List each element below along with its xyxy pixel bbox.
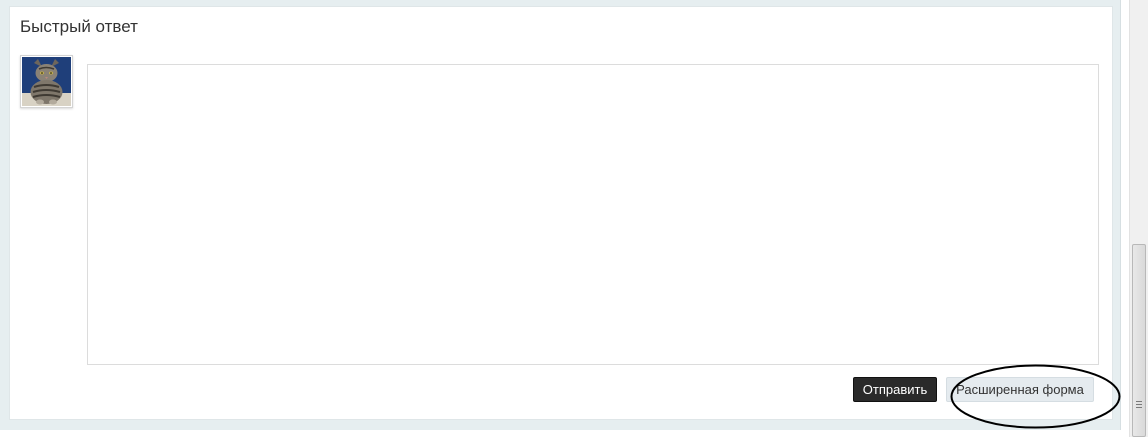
user-avatar [20, 55, 73, 108]
advanced-form-button[interactable]: Расширенная форма [946, 377, 1094, 402]
page: Быстрый ответ Отправить Расширенная форм… [0, 0, 1148, 437]
grip-icon [1136, 401, 1142, 410]
quick-reply-panel: Быстрый ответ [9, 6, 1113, 420]
cat-avatar-icon [22, 57, 71, 106]
send-button[interactable]: Отправить [853, 377, 937, 402]
panel-title: Быстрый ответ [20, 17, 138, 36]
content-background: Быстрый ответ [0, 0, 1121, 430]
scrollbar-thumb[interactable] [1132, 244, 1146, 437]
reply-textarea[interactable] [87, 64, 1099, 365]
vertical-scrollbar[interactable] [1129, 0, 1148, 437]
